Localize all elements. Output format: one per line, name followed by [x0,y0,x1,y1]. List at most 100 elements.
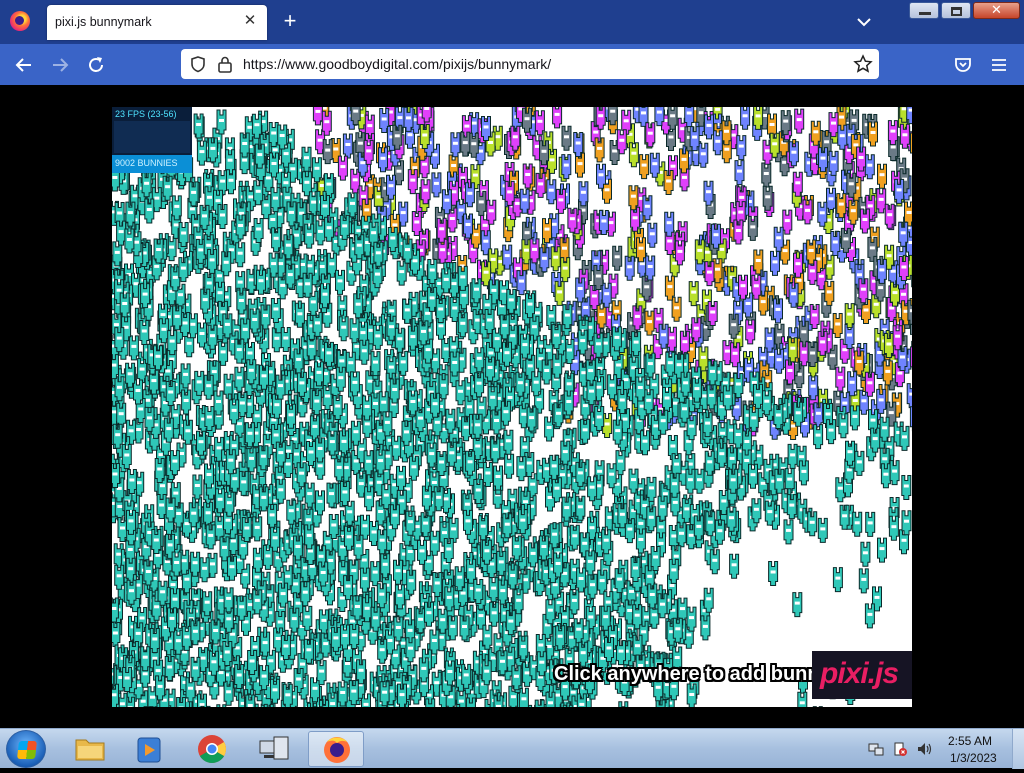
back-button[interactable] [12,53,36,77]
bunny-sprite [520,189,529,213]
bunny-sprite [278,125,287,149]
bunny-sprite [252,114,261,138]
bunny-sprite [562,126,571,150]
bunny-sprite [462,664,471,688]
bunny-sprite [690,127,699,151]
navigation-toolbar: https://www.goodboydigital.com/pixijs/bu… [0,44,1024,85]
bunny-sprite [908,300,912,324]
lock-icon[interactable] [217,55,233,73]
bunny-sprite [260,666,269,690]
bunny-sprite [866,512,875,536]
bunny-sprite [734,424,743,448]
bunny-sprite [371,352,380,376]
bunny-sprite [333,396,342,420]
bunny-sprite [115,565,124,589]
bunnymark-canvas[interactable]: 23 FPS (23-56) 9002 BUNNIES Click anywhe… [112,107,912,707]
bunny-sprite [329,515,338,539]
bunny-sprite [608,375,617,399]
bunny-sprite [641,431,650,455]
bunny-sprite [392,436,401,460]
taskbar-item-media-player[interactable] [122,731,178,767]
url-bar[interactable]: https://www.goodboydigital.com/pixijs/bu… [181,49,879,79]
shield-icon[interactable] [189,55,207,73]
bunny-sprite [170,451,179,475]
bunny-sprite [763,186,772,210]
bunny-sprite [312,158,321,182]
bunny-sprite [672,297,681,321]
clock-date[interactable]: 1/3/2023 [950,751,997,765]
bunny-sprite [651,547,660,571]
bunny-sprite [705,451,714,475]
page-content: 23 FPS (23-56) 9002 BUNNIES Click anywhe… [0,85,1024,728]
pocket-icon[interactable] [952,54,974,76]
bunny-sprite [687,607,696,631]
pixi-logo[interactable]: pixi.js [812,651,912,699]
bunny-sprite [861,542,870,566]
bunny-sprite [395,585,404,609]
bunny-sprite [394,617,403,641]
bunny-sprite [907,384,912,408]
bunny-sprite [616,451,625,475]
bunny-sprite [783,210,792,234]
bunny-sprite [421,180,430,204]
reload-icon [84,53,108,77]
bunny-sprite [535,700,544,707]
bunny-sprite [880,417,889,441]
tab-active[interactable]: pixi.js bunnymark ✕ [47,5,267,40]
bunny-sprite [795,109,804,133]
bunny-sprite [865,155,874,179]
taskbar-item-network[interactable] [246,731,302,767]
bunny-sprite [833,568,842,592]
bunny-sprite [602,530,611,554]
arrow-left-icon [12,53,36,77]
action-center-icon[interactable] [892,741,908,757]
close-tab-icon[interactable]: ✕ [241,12,259,30]
bunny-sprite [383,412,392,436]
volume-icon[interactable] [916,741,932,757]
bunny-sprite [689,282,698,306]
firefox-icon [10,11,30,31]
bunny-sprite [629,143,638,167]
bunny-sprite [774,227,783,251]
bunny-sprite [504,430,513,454]
bunny-sprite [762,163,771,187]
minimize-icon [919,12,931,15]
url-text[interactable]: https://www.goodboydigital.com/pixijs/bu… [243,56,551,72]
close-window-button[interactable]: ✕ [973,2,1020,19]
window-controls: ✕ [909,2,1020,19]
bunny-sprite [754,250,763,274]
bunny-sprite [752,499,761,523]
taskbar-item-firefox[interactable] [308,731,364,767]
bunny-sprite [602,283,611,307]
bunny-sprite [793,593,802,617]
bunny-sprite [853,512,862,536]
bunny-sprite [505,454,514,478]
taskbar-item-explorer[interactable] [62,731,118,767]
reload-button[interactable] [84,53,108,77]
bunny-sprite [319,610,328,634]
bunny-sprite [348,193,357,217]
bunny-sprite [749,464,758,488]
bunny-sprite [399,351,408,375]
bunny-sprite [343,134,352,158]
new-tab-button[interactable]: + [279,10,301,32]
clock-time[interactable]: 2:55 AM [948,734,992,748]
list-all-tabs-button[interactable] [854,12,874,32]
taskbar-item-chrome[interactable] [184,731,240,767]
bunny-sprite [487,200,496,224]
start-button[interactable] [6,730,46,768]
bunny-sprite [547,180,556,204]
bunny-sprite [829,151,838,175]
bunny-sprite [771,251,780,275]
hamburger-menu-icon[interactable] [988,54,1010,76]
bunny-sprite [370,522,379,546]
star-icon[interactable] [853,54,873,74]
bunny-sprite [827,188,836,212]
bunny-sprite [710,550,719,574]
show-desktop-button[interactable] [1012,729,1024,769]
network-icon[interactable] [868,741,884,757]
fps-graph [114,121,190,153]
restore-button[interactable] [941,2,971,19]
minimize-button[interactable] [909,2,939,19]
forward-button[interactable] [48,53,72,77]
